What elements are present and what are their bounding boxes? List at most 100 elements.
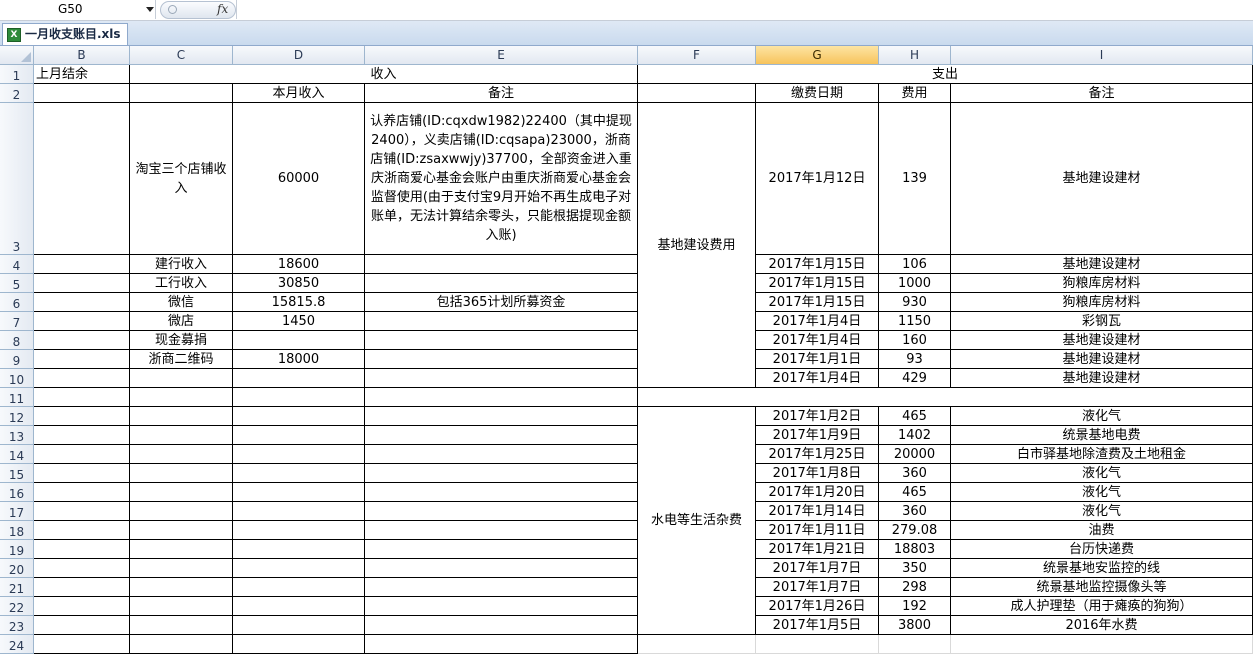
expense-fee-cell[interactable]: 139 xyxy=(879,103,951,255)
income-source-cell[interactable]: 淘宝三个店铺收入 xyxy=(130,103,233,255)
income-source-cell[interactable]: 工行收入 xyxy=(130,274,233,293)
column-header-d[interactable]: D xyxy=(233,46,365,65)
cell[interactable] xyxy=(365,483,638,502)
row-header-2[interactable]: 2 xyxy=(0,84,34,103)
cell[interactable] xyxy=(34,103,130,255)
expense-note-cell[interactable]: 狗粮库房材料 xyxy=(951,293,1253,312)
cell[interactable] xyxy=(130,578,233,597)
income-amount-cell[interactable]: 30850 xyxy=(233,274,365,293)
cell[interactable] xyxy=(130,445,233,464)
expense-category-cell[interactable]: 基地建设费用 xyxy=(638,103,756,388)
cell[interactable] xyxy=(130,597,233,616)
cell[interactable] xyxy=(34,464,130,483)
cell[interactable] xyxy=(365,407,638,426)
income-note-cell[interactable]: 包括365计划所募资金 xyxy=(365,293,638,312)
cell[interactable] xyxy=(365,578,638,597)
row-header-6[interactable]: 6 xyxy=(0,293,34,312)
expense-note-cell[interactable]: 液化气 xyxy=(951,502,1253,521)
expense-fee-cell[interactable]: 192 xyxy=(879,597,951,616)
row-header-24[interactable]: 24 xyxy=(0,635,34,654)
row-header-18[interactable]: 18 xyxy=(0,521,34,540)
monthly-income-header[interactable]: 本月收入 xyxy=(233,84,365,103)
income-amount-cell[interactable]: 15815.8 xyxy=(233,293,365,312)
row-header-5[interactable]: 5 xyxy=(0,274,34,293)
insert-function-button[interactable]: fx xyxy=(217,2,228,16)
expense-date-cell[interactable]: 2017年1月8日 xyxy=(756,464,879,483)
cell[interactable] xyxy=(233,445,365,464)
expense-fee-cell[interactable]: 465 xyxy=(879,483,951,502)
expense-date-cell[interactable]: 2017年1月4日 xyxy=(756,369,879,388)
cell[interactable] xyxy=(130,369,233,388)
cell[interactable] xyxy=(233,388,365,407)
cell[interactable] xyxy=(34,578,130,597)
expense-fee-cell[interactable]: 360 xyxy=(879,502,951,521)
cell[interactable] xyxy=(130,483,233,502)
expense-note-cell[interactable]: 狗粮库房材料 xyxy=(951,274,1253,293)
row-header-16[interactable]: 16 xyxy=(0,483,34,502)
income-source-cell[interactable]: 建行收入 xyxy=(130,255,233,274)
cell[interactable] xyxy=(233,483,365,502)
cell[interactable] xyxy=(233,502,365,521)
expense-date-cell[interactable]: 2017年1月15日 xyxy=(756,274,879,293)
expense-fee-cell[interactable]: 18803 xyxy=(879,540,951,559)
cell[interactable] xyxy=(365,464,638,483)
cell[interactable] xyxy=(638,635,756,654)
income-source-cell[interactable]: 现金募捐 xyxy=(130,331,233,350)
select-all-corner[interactable] xyxy=(0,46,34,65)
cell[interactable] xyxy=(34,483,130,502)
row-header-4[interactable]: 4 xyxy=(0,255,34,274)
expense-fee-cell[interactable]: 930 xyxy=(879,293,951,312)
expense-fee-cell[interactable]: 3800 xyxy=(879,616,951,635)
row-header-22[interactable]: 22 xyxy=(0,597,34,616)
expense-fee-cell[interactable]: 360 xyxy=(879,464,951,483)
expense-date-cell[interactable]: 2017年1月12日 xyxy=(756,103,879,255)
cell[interactable] xyxy=(34,274,130,293)
income-amount-cell[interactable]: 1450 xyxy=(233,312,365,331)
cell[interactable] xyxy=(233,540,365,559)
cell[interactable] xyxy=(365,521,638,540)
expense-fee-cell[interactable]: 93 xyxy=(879,350,951,369)
expense-date-cell[interactable]: 2017年1月21日 xyxy=(756,540,879,559)
chevron-down-icon[interactable] xyxy=(146,7,154,12)
cell[interactable] xyxy=(34,407,130,426)
cell[interactable] xyxy=(34,369,130,388)
income-header[interactable]: 收入 xyxy=(130,65,638,84)
expense-date-cell[interactable]: 2017年1月15日 xyxy=(756,293,879,312)
column-header-h[interactable]: H xyxy=(879,46,951,65)
expense-note-cell[interactable]: 基地建设建材 xyxy=(951,350,1253,369)
expense-note-cell[interactable]: 台历快递费 xyxy=(951,540,1253,559)
cell[interactable] xyxy=(34,293,130,312)
cell[interactable] xyxy=(34,350,130,369)
income-amount-cell[interactable]: 18000 xyxy=(233,350,365,369)
expense-date-cell[interactable]: 2017年1月9日 xyxy=(756,426,879,445)
column-header-b[interactable]: B xyxy=(34,46,130,65)
cell[interactable] xyxy=(130,502,233,521)
name-box[interactable]: G50 xyxy=(0,0,156,19)
cell[interactable] xyxy=(638,84,756,103)
expense-date-cell[interactable]: 2017年1月20日 xyxy=(756,483,879,502)
expense-date-cell[interactable]: 2017年1月7日 xyxy=(756,559,879,578)
expense-fee-cell[interactable]: 279.08 xyxy=(879,521,951,540)
fee-header[interactable]: 费用 xyxy=(879,84,951,103)
cell[interactable] xyxy=(365,635,638,654)
cell[interactable] xyxy=(365,559,638,578)
expense-fee-cell[interactable]: 160 xyxy=(879,331,951,350)
last-month-balance-label[interactable]: 上月结余 xyxy=(34,65,130,84)
cell[interactable] xyxy=(130,616,233,635)
column-header-g[interactable]: G xyxy=(756,46,879,65)
row-header-3[interactable]: 3 xyxy=(0,103,34,255)
expense-note-cell[interactable]: 统景基地电费 xyxy=(951,426,1253,445)
expense-fee-cell[interactable]: 350 xyxy=(879,559,951,578)
income-remarks-header[interactable]: 备注 xyxy=(365,84,638,103)
row-header-12[interactable]: 12 xyxy=(0,407,34,426)
row-header-23[interactable]: 23 xyxy=(0,616,34,635)
expense-fee-cell[interactable]: 20000 xyxy=(879,445,951,464)
expense-fee-cell[interactable]: 1402 xyxy=(879,426,951,445)
cell[interactable] xyxy=(34,255,130,274)
cell[interactable] xyxy=(233,559,365,578)
cell[interactable] xyxy=(34,616,130,635)
income-amount-cell[interactable] xyxy=(233,331,365,350)
row-header-7[interactable]: 7 xyxy=(0,312,34,331)
row-header-13[interactable]: 13 xyxy=(0,426,34,445)
cell[interactable] xyxy=(34,445,130,464)
